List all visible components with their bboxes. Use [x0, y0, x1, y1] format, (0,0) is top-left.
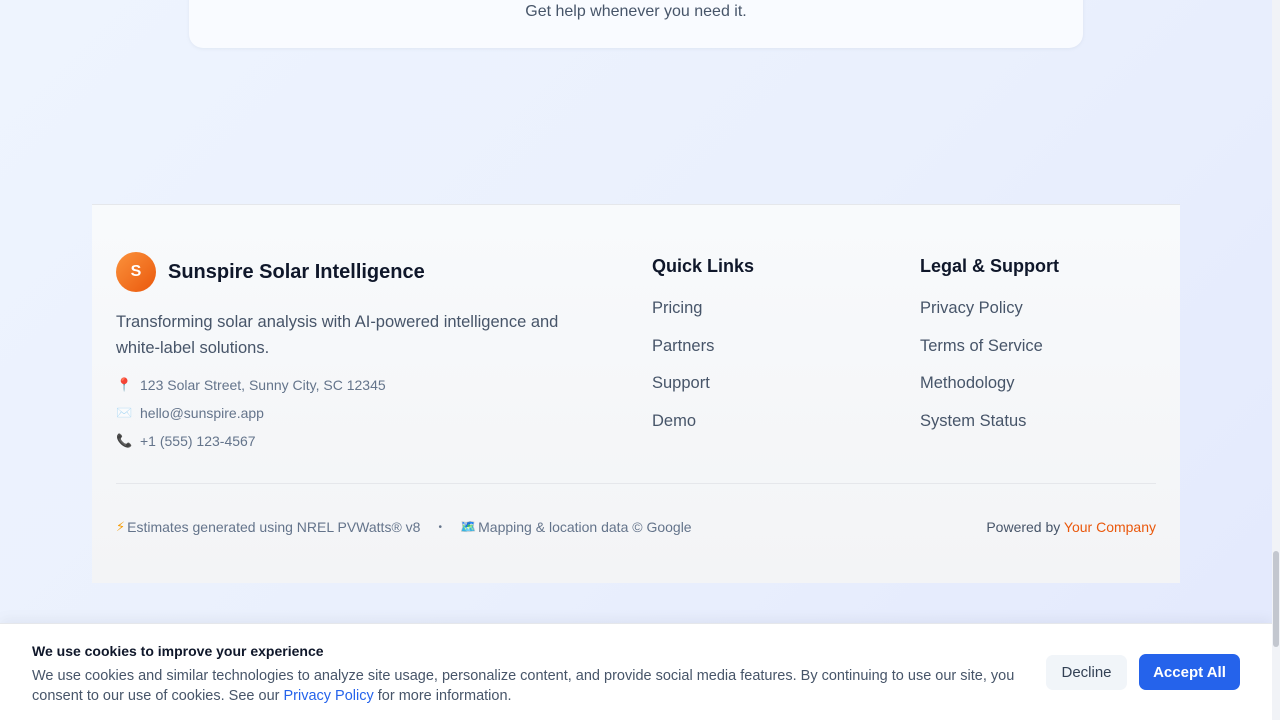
contact-email[interactable]: ✉️ hello@sunspire.app: [116, 405, 264, 421]
cookie-text-after: for more information.: [373, 688, 512, 704]
decline-button[interactable]: Decline: [1046, 655, 1127, 690]
quick-links-title: Quick Links: [652, 256, 755, 276]
footer-link-partners[interactable]: Partners: [652, 337, 714, 356]
legal-support-title: Legal & Support: [920, 256, 1059, 276]
contact-address: 📍 123 Solar Street, Sunny City, SC 12345: [116, 377, 386, 393]
site-footer: S Sunspire Solar Intelligence Transformi…: [92, 204, 1180, 583]
brand-logo[interactable]: S: [116, 252, 156, 292]
contact-phone[interactable]: 📞 +1 (555) 123-4567: [116, 433, 256, 449]
powered-by: Powered by Your Company: [986, 519, 1156, 535]
footer-link-terms[interactable]: Terms of Service: [920, 337, 1043, 356]
cookie-text-before: We use cookies and similar technologies …: [32, 668, 1015, 704]
footer-link-methodology[interactable]: Methodology: [920, 374, 1014, 393]
map-icon: 🗺️: [459, 519, 477, 534]
separator-dot: •: [438, 521, 442, 533]
support-card: Get help whenever you need it.: [189, 0, 1083, 48]
estimates-text: Estimates generated using NREL PVWatts® …: [127, 519, 421, 535]
footer-divider: [116, 483, 1156, 484]
phone-icon: 📞: [116, 433, 133, 448]
powered-by-prefix: Powered by: [986, 519, 1064, 535]
footer-link-support[interactable]: Support: [652, 374, 710, 393]
mail-icon: ✉️: [116, 405, 133, 420]
footer-link-privacy[interactable]: Privacy Policy: [920, 299, 1023, 318]
brand-description: Transforming solar analysis with AI-powe…: [116, 313, 559, 357]
cookie-banner: We use cookies to improve your experienc…: [0, 623, 1272, 720]
accept-all-button[interactable]: Accept All: [1139, 654, 1240, 690]
contact-email-text[interactable]: hello@sunspire.app: [140, 405, 264, 421]
attribution-row: ⚡ Estimates generated using NREL PVWatts…: [116, 519, 692, 535]
brand-name[interactable]: Sunspire Solar Intelligence: [168, 261, 425, 284]
scrollbar-thumb[interactable]: [1273, 551, 1279, 647]
footer-link-demo[interactable]: Demo: [652, 412, 696, 431]
cookie-text: We use cookies and similar technologies …: [32, 666, 1032, 706]
cookie-title: We use cookies to improve your experienc…: [32, 643, 324, 659]
cookie-privacy-link[interactable]: Privacy Policy: [283, 688, 373, 704]
footer-link-pricing[interactable]: Pricing: [652, 299, 702, 318]
footer-link-status[interactable]: System Status: [920, 412, 1026, 431]
support-card-text: Get help whenever you need it.: [525, 3, 747, 20]
powered-by-link[interactable]: Your Company: [1064, 519, 1156, 535]
mapping-text: Mapping & location data © Google: [478, 519, 692, 535]
contact-phone-text[interactable]: +1 (555) 123-4567: [140, 433, 256, 449]
contact-address-text: 123 Solar Street, Sunny City, SC 12345: [140, 377, 386, 393]
lightning-icon: ⚡: [116, 519, 126, 534]
pin-icon: 📍: [116, 377, 133, 392]
